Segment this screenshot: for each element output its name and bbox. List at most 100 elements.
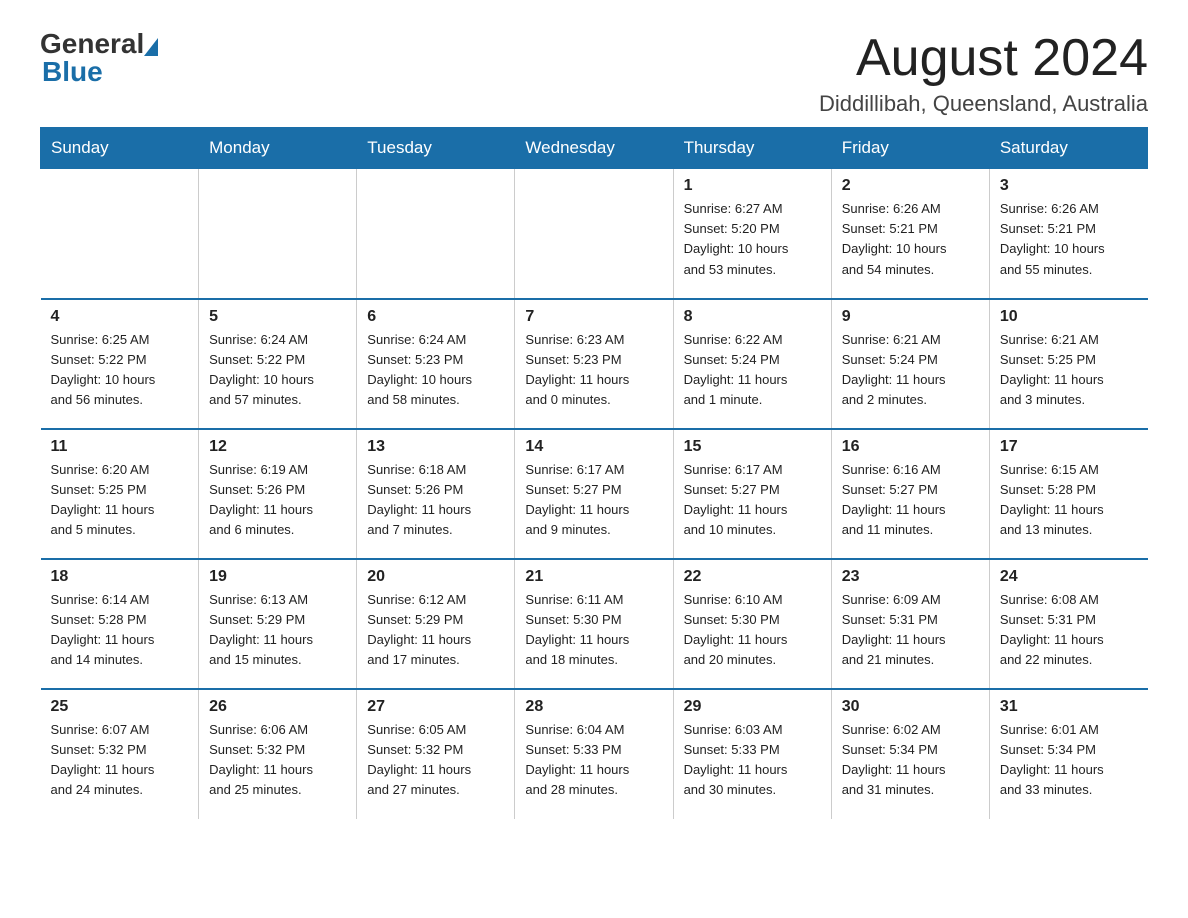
day-info: Sunrise: 6:07 AMSunset: 5:32 PMDaylight:…: [51, 720, 189, 801]
calendar-cell: 13 Sunrise: 6:18 AMSunset: 5:26 PMDayligh…: [357, 429, 515, 559]
calendar-cell: 4 Sunrise: 6:25 AMSunset: 5:22 PMDaylight…: [41, 299, 199, 429]
day-number: 28: [525, 698, 662, 716]
day-number: 17: [1000, 438, 1138, 456]
calendar-cell: 27Sunrise: 6:05 AMSunset: 5:32 PMDayligh…: [357, 689, 515, 819]
calendar-cell: [199, 169, 357, 299]
header-day-saturday: Saturday: [989, 128, 1147, 169]
day-number: 16: [842, 438, 979, 456]
header-day-thursday: Thursday: [673, 128, 831, 169]
calendar-subtitle: Diddillibah, Queensland, Australia: [819, 91, 1148, 117]
day-number: 19: [209, 568, 346, 586]
day-info: Sunrise: 6:10 AMSunset: 5:30 PMDaylight:…: [684, 590, 821, 671]
calendar-cell: [41, 169, 199, 299]
page-header: General Blue August 2024 Diddillibah, Qu…: [40, 30, 1148, 117]
calendar-cell: 3 Sunrise: 6:26 AMSunset: 5:21 PMDaylight…: [989, 169, 1147, 299]
day-info: Sunrise: 6:17 AMSunset: 5:27 PMDaylight:…: [684, 460, 821, 541]
day-number: 1: [684, 177, 821, 195]
day-number: 5: [209, 308, 346, 326]
calendar-week-2: 4 Sunrise: 6:25 AMSunset: 5:22 PMDaylight…: [41, 299, 1148, 429]
day-info: Sunrise: 6:01 AMSunset: 5:34 PMDaylight:…: [1000, 720, 1138, 801]
logo: General Blue: [40, 30, 158, 86]
header-day-tuesday: Tuesday: [357, 128, 515, 169]
day-info: Sunrise: 6:24 AMSunset: 5:23 PMDaylight:…: [367, 330, 504, 411]
calendar-cell: 2Sunrise: 6:26 AMSunset: 5:21 PMDaylight…: [831, 169, 989, 299]
calendar-cell: 21 Sunrise: 6:11 AMSunset: 5:30 PMDayligh…: [515, 559, 673, 689]
calendar-cell: 24Sunrise: 6:08 AMSunset: 5:31 PMDayligh…: [989, 559, 1147, 689]
day-number: 25: [51, 698, 189, 716]
header-day-monday: Monday: [199, 128, 357, 169]
day-info: Sunrise: 6:18 AMSunset: 5:26 PMDaylight:…: [367, 460, 504, 541]
calendar-cell: 23 Sunrise: 6:09 AMSunset: 5:31 PMDayligh…: [831, 559, 989, 689]
calendar-cell: 10 Sunrise: 6:21 AMSunset: 5:25 PMDayligh…: [989, 299, 1147, 429]
day-info: Sunrise: 6:20 AMSunset: 5:25 PMDaylight:…: [51, 460, 189, 541]
day-info: Sunrise: 6:15 AMSunset: 5:28 PMDaylight:…: [1000, 460, 1138, 541]
header-day-friday: Friday: [831, 128, 989, 169]
logo-triangle-icon: [144, 38, 158, 56]
day-info: Sunrise: 6:25 AMSunset: 5:22 PMDaylight:…: [51, 330, 189, 411]
calendar-cell: 26 Sunrise: 6:06 AMSunset: 5:32 PMDayligh…: [199, 689, 357, 819]
day-info: Sunrise: 6:26 AMSunset: 5:21 PMDaylight:…: [1000, 199, 1138, 280]
calendar-cell: 22 Sunrise: 6:10 AMSunset: 5:30 PMDayligh…: [673, 559, 831, 689]
day-number: 3: [1000, 177, 1138, 195]
day-number: 24: [1000, 568, 1138, 586]
calendar-cell: 1 Sunrise: 6:27 AMSunset: 5:20 PMDaylight…: [673, 169, 831, 299]
day-info: Sunrise: 6:09 AMSunset: 5:31 PMDaylight:…: [842, 590, 979, 671]
calendar-table: SundayMondayTuesdayWednesdayThursdayFrid…: [40, 127, 1148, 819]
day-number: 6: [367, 308, 504, 326]
day-number: 20: [367, 568, 504, 586]
calendar-cell: 16Sunrise: 6:16 AMSunset: 5:27 PMDayligh…: [831, 429, 989, 559]
day-info: Sunrise: 6:22 AMSunset: 5:24 PMDaylight:…: [684, 330, 821, 411]
day-number: 15: [684, 438, 821, 456]
logo-general-text: General: [40, 30, 144, 58]
day-info: Sunrise: 6:24 AMSunset: 5:22 PMDaylight:…: [209, 330, 346, 411]
day-info: Sunrise: 6:12 AMSunset: 5:29 PMDaylight:…: [367, 590, 504, 671]
day-number: 23: [842, 568, 979, 586]
day-number: 8: [684, 308, 821, 326]
day-number: 29: [684, 698, 821, 716]
calendar-cell: 15 Sunrise: 6:17 AMSunset: 5:27 PMDayligh…: [673, 429, 831, 559]
calendar-week-5: 25 Sunrise: 6:07 AMSunset: 5:32 PMDayligh…: [41, 689, 1148, 819]
calendar-cell: 20 Sunrise: 6:12 AMSunset: 5:29 PMDayligh…: [357, 559, 515, 689]
day-info: Sunrise: 6:17 AMSunset: 5:27 PMDaylight:…: [525, 460, 662, 541]
day-info: Sunrise: 6:04 AMSunset: 5:33 PMDaylight:…: [525, 720, 662, 801]
day-number: 4: [51, 308, 189, 326]
calendar-cell: 9 Sunrise: 6:21 AMSunset: 5:24 PMDaylight…: [831, 299, 989, 429]
day-info: Sunrise: 6:13 AMSunset: 5:29 PMDaylight:…: [209, 590, 346, 671]
day-number: 27: [367, 698, 504, 716]
calendar-cell: 29 Sunrise: 6:03 AMSunset: 5:33 PMDayligh…: [673, 689, 831, 819]
day-info: Sunrise: 6:26 AMSunset: 5:21 PMDaylight:…: [842, 199, 979, 280]
calendar-header-row: SundayMondayTuesdayWednesdayThursdayFrid…: [41, 128, 1148, 169]
day-info: Sunrise: 6:06 AMSunset: 5:32 PMDaylight:…: [209, 720, 346, 801]
day-number: 12: [209, 438, 346, 456]
day-info: Sunrise: 6:14 AMSunset: 5:28 PMDaylight:…: [51, 590, 189, 671]
day-number: 9: [842, 308, 979, 326]
calendar-week-3: 11Sunrise: 6:20 AMSunset: 5:25 PMDayligh…: [41, 429, 1148, 559]
calendar-cell: 31 Sunrise: 6:01 AMSunset: 5:34 PMDayligh…: [989, 689, 1147, 819]
calendar-cell: 17 Sunrise: 6:15 AMSunset: 5:28 PMDayligh…: [989, 429, 1147, 559]
day-info: Sunrise: 6:19 AMSunset: 5:26 PMDaylight:…: [209, 460, 346, 541]
day-number: 18: [51, 568, 189, 586]
calendar-cell: 11Sunrise: 6:20 AMSunset: 5:25 PMDayligh…: [41, 429, 199, 559]
calendar-cell: 30Sunrise: 6:02 AMSunset: 5:34 PMDayligh…: [831, 689, 989, 819]
calendar-cell: 7Sunrise: 6:23 AMSunset: 5:23 PMDaylight…: [515, 299, 673, 429]
day-number: 21: [525, 568, 662, 586]
day-number: 31: [1000, 698, 1138, 716]
day-number: 10: [1000, 308, 1138, 326]
day-number: 26: [209, 698, 346, 716]
day-info: Sunrise: 6:03 AMSunset: 5:33 PMDaylight:…: [684, 720, 821, 801]
day-number: 22: [684, 568, 821, 586]
day-info: Sunrise: 6:21 AMSunset: 5:25 PMDaylight:…: [1000, 330, 1138, 411]
title-section: August 2024 Diddillibah, Queensland, Aus…: [819, 30, 1148, 117]
day-number: 13: [367, 438, 504, 456]
day-info: Sunrise: 6:21 AMSunset: 5:24 PMDaylight:…: [842, 330, 979, 411]
day-info: Sunrise: 6:23 AMSunset: 5:23 PMDaylight:…: [525, 330, 662, 411]
calendar-week-1: 1 Sunrise: 6:27 AMSunset: 5:20 PMDaylight…: [41, 169, 1148, 299]
day-info: Sunrise: 6:27 AMSunset: 5:20 PMDaylight:…: [684, 199, 821, 280]
header-day-sunday: Sunday: [41, 128, 199, 169]
day-number: 14: [525, 438, 662, 456]
calendar-cell: 14 Sunrise: 6:17 AMSunset: 5:27 PMDayligh…: [515, 429, 673, 559]
calendar-cell: [357, 169, 515, 299]
day-info: Sunrise: 6:02 AMSunset: 5:34 PMDaylight:…: [842, 720, 979, 801]
calendar-title: August 2024: [819, 30, 1148, 87]
day-info: Sunrise: 6:11 AMSunset: 5:30 PMDaylight:…: [525, 590, 662, 671]
